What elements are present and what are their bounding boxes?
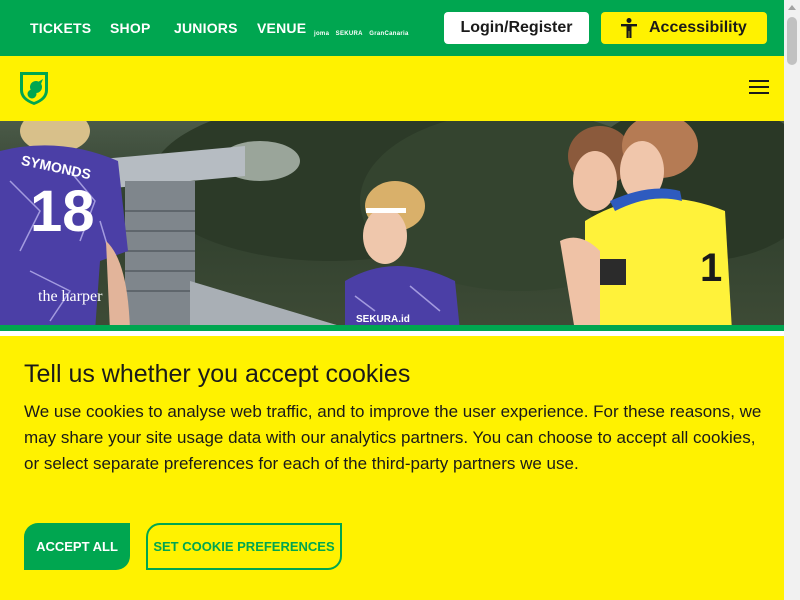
login-register-button[interactable]: Login/Register <box>444 12 589 44</box>
hero-image: 18 SYMONDS the harper SEKURA.id 1 <box>0 121 784 331</box>
club-crest-icon[interactable] <box>18 70 50 106</box>
accept-all-button[interactable]: ACCEPT ALL <box>24 523 130 570</box>
scrollbar[interactable] <box>784 0 800 600</box>
scroll-up-icon[interactable] <box>788 5 796 10</box>
cookie-banner: Tell us whether you accept cookies We us… <box>0 336 784 600</box>
shirt-sponsor-2: SEKURA.id <box>356 314 410 325</box>
sponsor-logo-grancanaria: GranCanaria <box>369 31 409 37</box>
set-cookie-preferences-button[interactable]: SET COOKIE PREFERENCES <box>146 523 342 570</box>
nav-link-juniors[interactable]: JUNIORS <box>174 0 238 56</box>
scrollbar-thumb[interactable] <box>787 17 797 65</box>
cookie-title: Tell us whether you accept cookies <box>24 360 411 388</box>
accessibility-button[interactable]: Accessibility <box>601 12 767 44</box>
sponsor-logo-sekura: SEKURA <box>335 31 363 37</box>
site-header <box>0 56 784 121</box>
sponsor-logo-joma: joma <box>314 31 330 37</box>
cookie-body: We use cookies to analyse web traffic, a… <box>24 402 762 473</box>
nav-link-venue[interactable]: VENUE <box>257 0 306 56</box>
accessibility-person-icon <box>621 18 637 38</box>
hamburger-menu-icon[interactable] <box>749 80 769 96</box>
sponsor-logos: joma SEKURA GranCanaria <box>314 22 434 37</box>
shirt-sponsor: the harper <box>38 288 103 305</box>
svg-text:1: 1 <box>700 246 722 290</box>
hero-photo: 18 SYMONDS the harper SEKURA.id 1 <box>0 121 784 331</box>
nav-link-tickets[interactable]: TICKETS <box>30 0 91 56</box>
shirt-number: 18 <box>30 179 95 244</box>
top-nav-bar: TICKETS SHOP JUNIORS VENUE joma SEKURA G… <box>0 0 784 56</box>
hero-green-strip <box>0 325 784 331</box>
accessibility-label: Accessibility <box>649 19 747 36</box>
nav-link-shop[interactable]: SHOP <box>110 0 150 56</box>
